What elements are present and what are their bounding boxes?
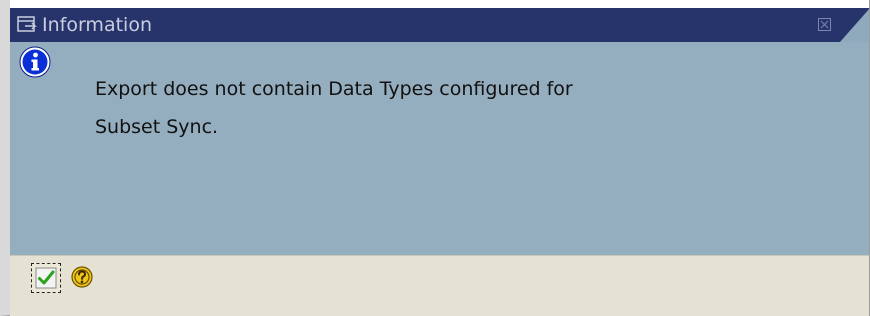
message-text: Export does not contain Data Types confi… <box>95 70 573 146</box>
title-bar[interactable]: Information <box>10 8 869 42</box>
help-icon <box>71 266 93 288</box>
ok-button[interactable] <box>31 263 61 293</box>
button-bar <box>10 255 869 316</box>
title-bar-corner <box>840 8 869 42</box>
popup-window-icon <box>17 16 37 32</box>
close-icon[interactable] <box>818 18 831 31</box>
information-dialog: Information Export does not contain Data… <box>0 0 870 316</box>
help-button[interactable] <box>68 263 98 293</box>
info-icon <box>19 46 51 78</box>
dialog-title: Information <box>42 14 152 36</box>
checkmark-icon <box>35 267 57 289</box>
message-line-2: Subset Sync. <box>95 116 219 138</box>
message-line-1: Export does not contain Data Types confi… <box>95 78 573 100</box>
message-area: Export does not contain Data Types confi… <box>10 42 869 255</box>
